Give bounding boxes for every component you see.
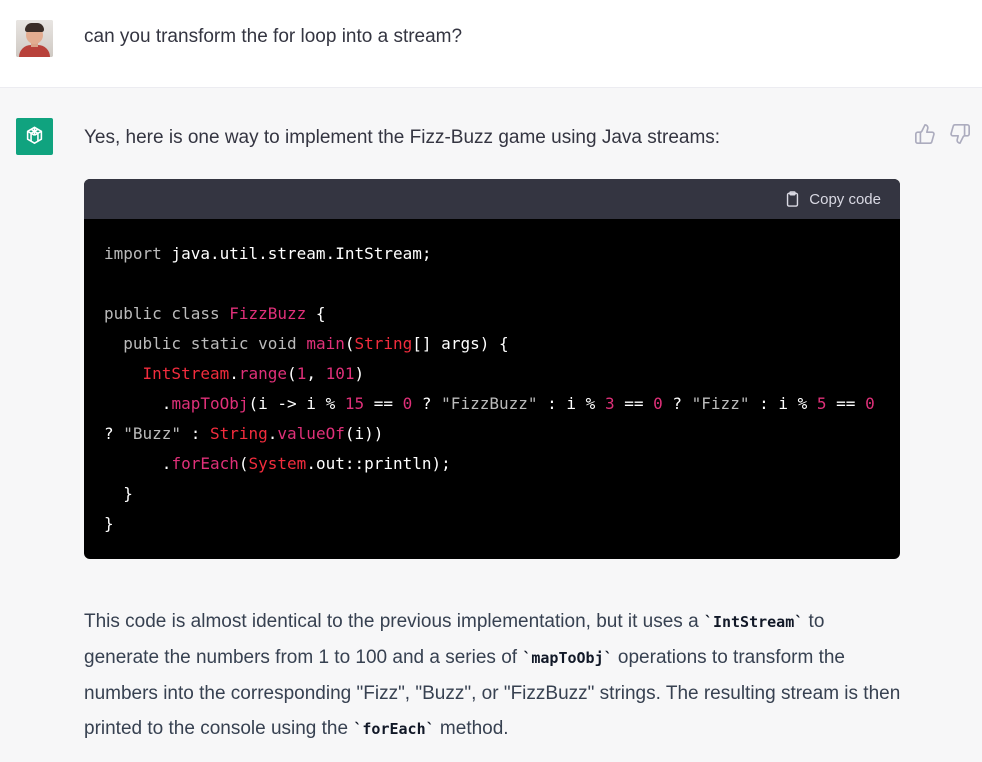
paragraph-text: method. — [434, 718, 509, 739]
code-token: 1 — [296, 364, 307, 383]
code-token: 15 — [344, 394, 365, 413]
code-token: public static — [123, 334, 249, 353]
code-token: .out::println); — [306, 454, 451, 473]
code-token: String — [209, 424, 268, 443]
code-token: ? — [104, 424, 124, 443]
code-token: 0 — [865, 394, 875, 413]
code-token: ? — [662, 394, 692, 413]
code-content: import java.util.stream.IntStream; publi… — [104, 239, 875, 539]
user-message-row: can you transform the for loop into a st… — [0, 0, 982, 88]
code-token: public class — [104, 304, 220, 323]
code-token: } — [104, 514, 114, 533]
code-token: void — [258, 334, 297, 353]
assistant-intro-text: Yes, here is one way to implement the Fi… — [84, 127, 721, 148]
code-token: ( — [287, 364, 297, 383]
code-token: 0 — [653, 394, 663, 413]
inline-code: `mapToObj` — [522, 649, 613, 667]
assistant-explanation-text: This code is almost identical to the pre… — [84, 604, 904, 747]
code-token: : i % — [537, 394, 605, 413]
code-token: . — [229, 364, 239, 383]
code-token: . — [161, 394, 172, 413]
code-token: == — [826, 394, 866, 413]
code-token: == — [614, 394, 654, 413]
code-token: String — [354, 334, 413, 353]
code-token: 3 — [604, 394, 615, 413]
code-token: valueOf — [277, 424, 345, 443]
user-message-text: can you transform the for loop into a st… — [84, 26, 463, 47]
code-token: range — [238, 364, 288, 383]
code-token: "Fizz" — [691, 394, 750, 413]
copy-code-button[interactable]: Copy code — [784, 190, 881, 208]
paragraph-text: This code is almost identical to the pre… — [84, 611, 704, 632]
code-token: : i % — [749, 394, 817, 413]
openai-logo-icon — [16, 118, 53, 155]
copy-code-label: Copy code — [809, 190, 881, 208]
code-token: 0 — [402, 394, 413, 413]
code-token: "Buzz" — [123, 424, 182, 443]
inline-code: `IntStream` — [703, 613, 804, 631]
code-token: (i)) — [344, 424, 384, 443]
code-token: (i -> i % — [248, 394, 345, 413]
code-token: [] args) { — [412, 334, 509, 353]
code-token: IntStream — [142, 364, 230, 383]
code-token: java.util.stream.IntStream; — [161, 244, 432, 263]
code-token: ( — [238, 454, 249, 473]
code-token: 5 — [816, 394, 827, 413]
code-token: { — [306, 304, 326, 323]
code-token: . — [267, 424, 278, 443]
code-token: : — [181, 424, 210, 443]
inline-code: `forEach` — [353, 720, 435, 738]
code-block: Copy code import java.util.stream.IntStr… — [84, 179, 900, 559]
thumbs-up-icon[interactable] — [914, 123, 936, 145]
user-avatar — [16, 20, 53, 57]
code-token: "FizzBuzz" — [441, 394, 538, 413]
code-token: FizzBuzz — [229, 304, 307, 323]
code-token: } — [123, 484, 133, 503]
code-token: 101 — [325, 364, 355, 383]
code-block-header: Copy code — [84, 179, 900, 219]
clipboard-icon — [787, 191, 799, 207]
code-token: , — [306, 364, 326, 383]
code-token: forEach — [171, 454, 239, 473]
code-token: == — [364, 394, 403, 413]
assistant-message-row: Yes, here is one way to implement the Fi… — [0, 89, 982, 762]
code-token: import — [104, 244, 162, 263]
code-token: . — [161, 454, 172, 473]
code-token: mapToObj — [171, 394, 249, 413]
thumbs-down-icon[interactable] — [949, 123, 971, 145]
code-token: System — [248, 454, 307, 473]
code-token: ? — [412, 394, 442, 413]
code-token: main — [306, 334, 345, 353]
code-token: ) — [354, 364, 365, 383]
